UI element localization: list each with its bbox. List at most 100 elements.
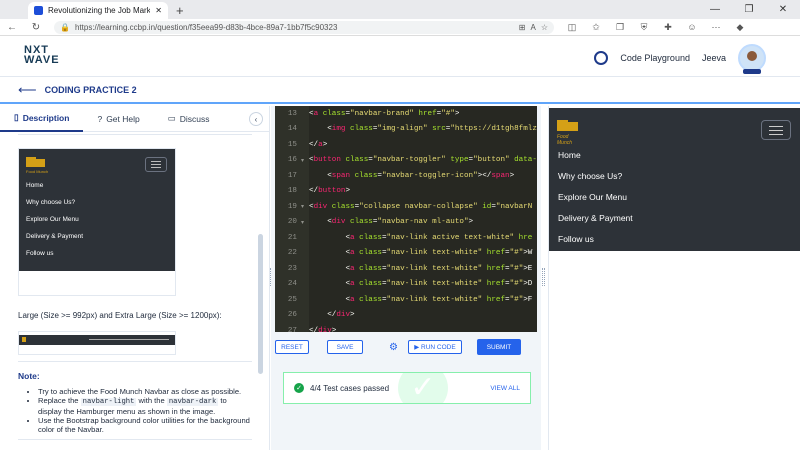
code-line[interactable]: 15 </a > (275, 137, 537, 153)
code-token: class (350, 125, 373, 134)
code-token: "#" (509, 264, 524, 273)
resize-handle-right[interactable] (542, 268, 545, 286)
close-tab-icon[interactable]: ✕ (155, 6, 162, 15)
code-token: > (350, 311, 355, 320)
preview-brand-logo[interactable]: Food Munch (557, 118, 583, 146)
code-line[interactable]: 20 ▾ < div class = "navbar-nav ml-auto" > (275, 215, 537, 231)
code-line[interactable]: 21 < a class = "nav-link active text-white"… (275, 230, 537, 246)
read-aloud-icon[interactable]: A (530, 23, 535, 32)
view-all-link[interactable]: VIEW ALL (490, 385, 520, 392)
fold-arrow-icon[interactable]: ▾ (301, 203, 309, 210)
list-item: Replace the navbar-light with the navbar… (38, 396, 250, 416)
document-icon: ▯ (14, 112, 19, 122)
code-token: "#" (509, 295, 524, 304)
nxtwave-logo[interactable]: NXT WAVE (24, 45, 60, 66)
code-token: > (322, 140, 328, 149)
preview-nav-link-why[interactable]: Why choose Us? (558, 169, 633, 190)
code-token: button (313, 156, 346, 165)
code-token: class (359, 233, 382, 242)
new-tab-button[interactable]: + (176, 2, 184, 19)
line-number: 15 (287, 140, 297, 149)
code-line[interactable]: 16 ▾ < button class = "navbar-toggler" type = "… (275, 153, 537, 169)
editor-toolbar: RESET SAVE ⚙ ▶ RUN CODE SUBMIT (275, 338, 537, 356)
close-window-button[interactable]: ✕ (766, 0, 800, 19)
preview-nav-link-delivery[interactable]: Delivery & Payment (558, 211, 633, 232)
fold-arrow-icon[interactable]: ▾ (301, 157, 309, 164)
fold-arrow-icon[interactable]: ▾ (301, 219, 309, 226)
code-line[interactable]: 14 < img class = "img-align" src = "https://d… (275, 122, 537, 138)
collapse-panel-button[interactable]: ‹ (249, 112, 263, 126)
code-line[interactable]: 23 < a class = "nav-link text-white" href = "… (275, 261, 537, 277)
tab-get-help[interactable]: ? Get Help (83, 106, 153, 132)
code-line[interactable]: 13 < a class = "navbar-brand" href = "#" > (275, 106, 537, 122)
extensions-icon[interactable]: ✚ (658, 22, 678, 33)
code-line[interactable]: 27 </div > (275, 323, 537, 332)
code-line[interactable]: 25 < a class = "nav-link text-white" href = "… (275, 292, 537, 308)
tab-description[interactable]: ▯ Description (0, 106, 84, 132)
line-number: 23 (287, 264, 297, 273)
code-playground-link[interactable]: Code Playground (620, 53, 690, 63)
favorite-star-icon[interactable]: ☆ (541, 23, 548, 32)
divider (18, 134, 252, 135)
gear-icon[interactable]: ⚙ (389, 342, 398, 353)
code-token: href (486, 295, 506, 304)
code-token: "navbar-toggler-icon" (381, 171, 478, 180)
code-token: "nav-link active text-white" (386, 233, 519, 242)
submit-button[interactable]: SUBMIT (476, 339, 521, 355)
code-line[interactable]: 18 </button > (275, 184, 537, 200)
more-icon[interactable]: ⋯ (706, 22, 726, 33)
code-token: src (432, 125, 446, 134)
save-button[interactable]: SAVE (327, 340, 363, 354)
practice-header: ⟵ CODING PRACTICE 2 (0, 78, 800, 104)
code-line[interactable]: 26 </div > (275, 308, 537, 324)
hamburger-menu-icon[interactable] (761, 120, 791, 140)
code-editor[interactable]: 13 < a class = "navbar-brand" href = "#" >14 < i… (275, 106, 537, 332)
preview-nav-link-menu[interactable]: Explore Our Menu (558, 190, 633, 211)
preview-nav-link-follow[interactable]: Follow us (558, 232, 633, 253)
avatar[interactable] (738, 44, 766, 74)
code-token: "#" (509, 249, 524, 258)
back-arrow-icon[interactable]: ← (0, 22, 24, 33)
code-line[interactable]: 24 < a class = "nav-link text-white" href = "… (275, 277, 537, 293)
code-token: class (331, 202, 355, 211)
copilot-icon[interactable]: ◆ (730, 22, 750, 33)
code-token: "nav-link text-white" (386, 280, 487, 289)
timer-icon[interactable] (594, 51, 609, 65)
code-token: button (318, 187, 346, 196)
code-token: a (350, 249, 360, 258)
user-name[interactable]: Jeeva (702, 53, 726, 63)
mock-navbar-large (19, 335, 175, 345)
tab-discuss[interactable]: ▭ Discuss (154, 106, 224, 132)
maximize-button[interactable]: ❐ (732, 0, 766, 19)
mock-link: Why choose Us? (26, 199, 76, 206)
reset-button[interactable]: RESET (275, 340, 309, 354)
collections-icon[interactable]: ❐ (610, 22, 630, 33)
page-title: CODING PRACTICE 2 (44, 85, 137, 95)
browser-tab-strip: Revolutionizing the Job Market | ✕ + — ❐… (0, 0, 800, 19)
line-number: 21 (287, 233, 297, 242)
code-line[interactable]: 17 < span class = "navbar-toggler-icon" ></s… (275, 168, 537, 184)
mock-link: Follow us (26, 250, 54, 257)
code-token: class (345, 156, 369, 165)
grid-icon[interactable]: ⊞ (519, 23, 526, 32)
address-bar[interactable]: 🔒 https://learning.ccbp.in/question/f35e… (54, 20, 554, 34)
preview-nav-link-home[interactable]: Home (558, 148, 633, 169)
code-token: class (359, 264, 382, 273)
favorites-icon[interactable]: ✩ (586, 22, 606, 33)
line-number: 17 (287, 171, 297, 180)
back-arrow-icon[interactable]: ⟵ (18, 82, 37, 98)
window-controls: — ❐ ✕ (698, 0, 800, 19)
code-line[interactable]: 22 < a class = "nav-link text-white" href = "… (275, 246, 537, 262)
code-line[interactable]: 19 ▾ < div class = "collapse navbar-collapse"… (275, 199, 537, 215)
code-token: "navbar-brand" (350, 109, 419, 118)
refresh-icon[interactable]: ↻ (24, 22, 48, 33)
minimize-button[interactable]: — (698, 0, 732, 19)
browser-tab[interactable]: Revolutionizing the Job Market | ✕ (28, 2, 168, 19)
panel-scrollbar[interactable] (258, 234, 263, 374)
shield-icon[interactable]: ⛨ (634, 22, 654, 33)
profile-icon[interactable]: ☺ (682, 22, 702, 33)
split-screen-icon[interactable]: ◫ (562, 22, 582, 33)
run-code-button[interactable]: ▶ RUN CODE (407, 340, 462, 354)
code-token: div (331, 218, 351, 227)
